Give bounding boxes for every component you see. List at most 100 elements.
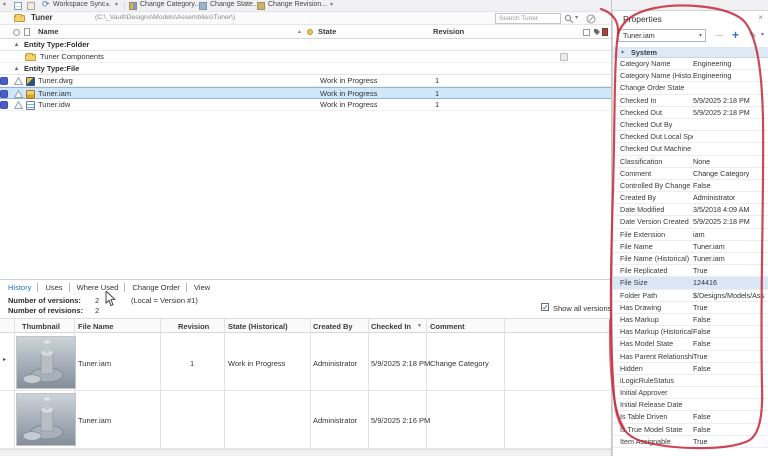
tab-history[interactable]: History — [8, 283, 38, 292]
collapse-icon[interactable]: ▴ — [15, 39, 18, 51]
property-row[interactable]: Has Model StateFalse — [613, 338, 768, 350]
column-header-state[interactable]: State — [318, 26, 336, 38]
workspace-sync-button[interactable]: Workspace Sync... — [53, 1, 111, 8]
record-circle-icon — [13, 29, 20, 36]
property-group-system[interactable]: ▴ System — [613, 47, 768, 58]
property-label: Is True Model State — [620, 424, 693, 436]
property-row[interactable]: File NameTuner.iam — [613, 241, 768, 253]
property-row[interactable]: Date Version Created5/9/2025 2:18 PM — [613, 216, 768, 228]
property-row[interactable]: Checked Out5/9/2025 2:18 PM — [613, 107, 768, 119]
property-row[interactable]: CommentChange Category — [613, 168, 768, 180]
tab-uses[interactable]: Uses — [45, 283, 69, 292]
property-label: Has Parent Relationship — [620, 351, 693, 363]
property-row[interactable]: File ReplicatedTrue — [613, 265, 768, 277]
property-row[interactable]: File Name (Historical)Tuner.iam — [613, 253, 768, 265]
change-revision-caret-icon[interactable]: ▾ — [330, 1, 333, 8]
property-row[interactable]: HiddenFalse — [613, 363, 768, 375]
row-revision: 1 — [435, 75, 439, 87]
grid-header-row: Name ▲ State Revision — [0, 26, 611, 39]
folder-icon — [14, 15, 25, 22]
property-row[interactable]: ClassificationNone — [613, 156, 768, 168]
search-caret-icon[interactable]: ▾ — [575, 14, 578, 21]
search-icon[interactable] — [564, 14, 574, 24]
workspace-sync-caret-icon[interactable]: ▾ — [106, 1, 109, 8]
search-input[interactable] — [495, 13, 561, 24]
property-row[interactable]: Checked Out By — [613, 119, 768, 131]
toolbar-caret-icon[interactable]: ▾ — [3, 1, 6, 8]
property-value: 5/9/2025 2:18 PM — [693, 216, 750, 228]
collapse-icon[interactable]: ▴ — [15, 63, 18, 75]
col-revision[interactable]: Revision — [178, 319, 209, 334]
cell-comment: Change Category — [430, 358, 489, 370]
property-row[interactable]: Checked In5/9/2025 2:18 PM — [613, 95, 768, 107]
close-icon[interactable]: × — [758, 13, 763, 22]
property-value: 5/9/2025 2:18 PM — [693, 107, 750, 119]
table-row-tuner-components[interactable]: Tuner Components — [0, 51, 611, 63]
property-row[interactable]: Is Table DrivenFalse — [613, 411, 768, 423]
property-row[interactable]: Checked Out Local Spec — [613, 131, 768, 143]
property-row[interactable]: Has MarkupFalse — [613, 314, 768, 326]
revisions-value: 2 — [95, 306, 99, 315]
show-all-versions-checkbox[interactable]: ✓ — [541, 303, 549, 311]
col-checked-in[interactable]: Checked In — [371, 319, 411, 334]
property-label: iLogicRuleStatus — [620, 375, 693, 387]
change-revision-button[interactable]: Change Revision... — [268, 1, 327, 8]
category-color-swatch — [0, 101, 8, 109]
property-row[interactable]: Initial Approver — [613, 387, 768, 399]
change-state-button[interactable]: Change State... — [210, 1, 259, 8]
group-row-folder[interactable]: ▴ Entity Type:Folder — [0, 39, 611, 51]
property-label: Comment — [620, 168, 693, 180]
property-row[interactable]: Is True Model StateFalse — [613, 424, 768, 436]
search-options-icon[interactable] — [586, 14, 596, 24]
table-row-tuner-idw[interactable]: Tuner.idw Work in Progress 1 — [0, 99, 611, 111]
table-row-tuner-dwg[interactable]: Tuner.dwg Work in Progress 1 — [0, 75, 611, 87]
column-header-name[interactable]: Name — [38, 26, 58, 38]
property-row[interactable]: Created ByAdministrator — [613, 192, 768, 204]
property-row[interactable]: Category NameEngineering — [613, 58, 768, 70]
change-category-button[interactable]: Change Category... — [140, 1, 200, 8]
grid-view-icon[interactable] — [14, 2, 22, 10]
tab-view[interactable]: View — [194, 283, 216, 292]
property-row[interactable]: Change Order State — [613, 82, 768, 94]
col-thumbnail[interactable]: Thumbnail — [22, 319, 60, 334]
property-row[interactable]: Has Markup (Historical)False — [613, 326, 768, 338]
col-created-by[interactable]: Created By — [313, 319, 353, 334]
property-row[interactable]: Item AssignableTrue — [613, 436, 768, 448]
file-grid: Name ▲ State Revision ▴ Entity Type:Fold… — [0, 26, 611, 116]
col-file-name[interactable]: File Name — [78, 319, 113, 334]
remove-property-icon[interactable]: — — [716, 29, 723, 42]
version-row-2[interactable]: Tuner.iam Administrator 5/9/2025 2:16 PM — [0, 391, 611, 449]
property-row[interactable]: Initial Release Date — [613, 399, 768, 411]
col-comment[interactable]: Comment — [430, 319, 465, 334]
property-file-select[interactable]: Tuner.iam ▾ — [618, 29, 706, 42]
property-row[interactable]: Controlled By Change ...False — [613, 180, 768, 192]
group-row-file[interactable]: ▴ Entity Type:File — [0, 63, 611, 75]
add-property-icon[interactable]: + — [732, 29, 739, 42]
col-state-historical[interactable]: State (Historical) — [228, 319, 288, 334]
table-row-tuner-iam-selected[interactable]: ▸ Tuner.iam Work in Progress 1 — [0, 87, 611, 99]
toolbar-caret2-icon[interactable]: ▾ — [115, 1, 118, 8]
cell-created-by: Administrator — [313, 358, 357, 370]
property-label: File Name (Historical) — [620, 253, 693, 265]
toolbar-separator — [124, 2, 125, 10]
property-label: Has Drawing — [620, 302, 693, 314]
tab-change-order[interactable]: Change Order — [132, 283, 187, 292]
edit-pencil-icon[interactable]: ✎ — [749, 29, 757, 42]
edit-caret-icon[interactable]: ▾ — [761, 29, 764, 42]
version-row-1[interactable]: ▸ Tuner.iam 1 Work in Progress Administr… — [0, 334, 611, 391]
tab-where-used[interactable]: Where Used — [77, 283, 126, 292]
property-row[interactable]: Category Name (Histo...Engineering — [613, 70, 768, 82]
property-label: Date Modified — [620, 204, 693, 216]
property-row[interactable]: Checked Out Machine — [613, 143, 768, 155]
property-row[interactable]: Folder Path$/Designs/Models/Ass... — [613, 290, 768, 302]
property-row-selected[interactable]: File Size124416 — [613, 277, 768, 289]
property-row[interactable]: iLogicRuleStatus — [613, 375, 768, 387]
new-item-icon[interactable] — [27, 2, 35, 10]
row-name: Tuner Components — [40, 51, 104, 63]
property-row[interactable]: Has Parent RelationshipTrue — [613, 351, 768, 363]
property-row[interactable]: File Extensioniam — [613, 229, 768, 241]
property-value: Tuner.iam — [693, 241, 725, 253]
property-row[interactable]: Has DrawingTrue — [613, 302, 768, 314]
property-row[interactable]: Date Modified3/5/2018 4:09 AM — [613, 204, 768, 216]
column-header-revision[interactable]: Revision — [433, 26, 464, 38]
